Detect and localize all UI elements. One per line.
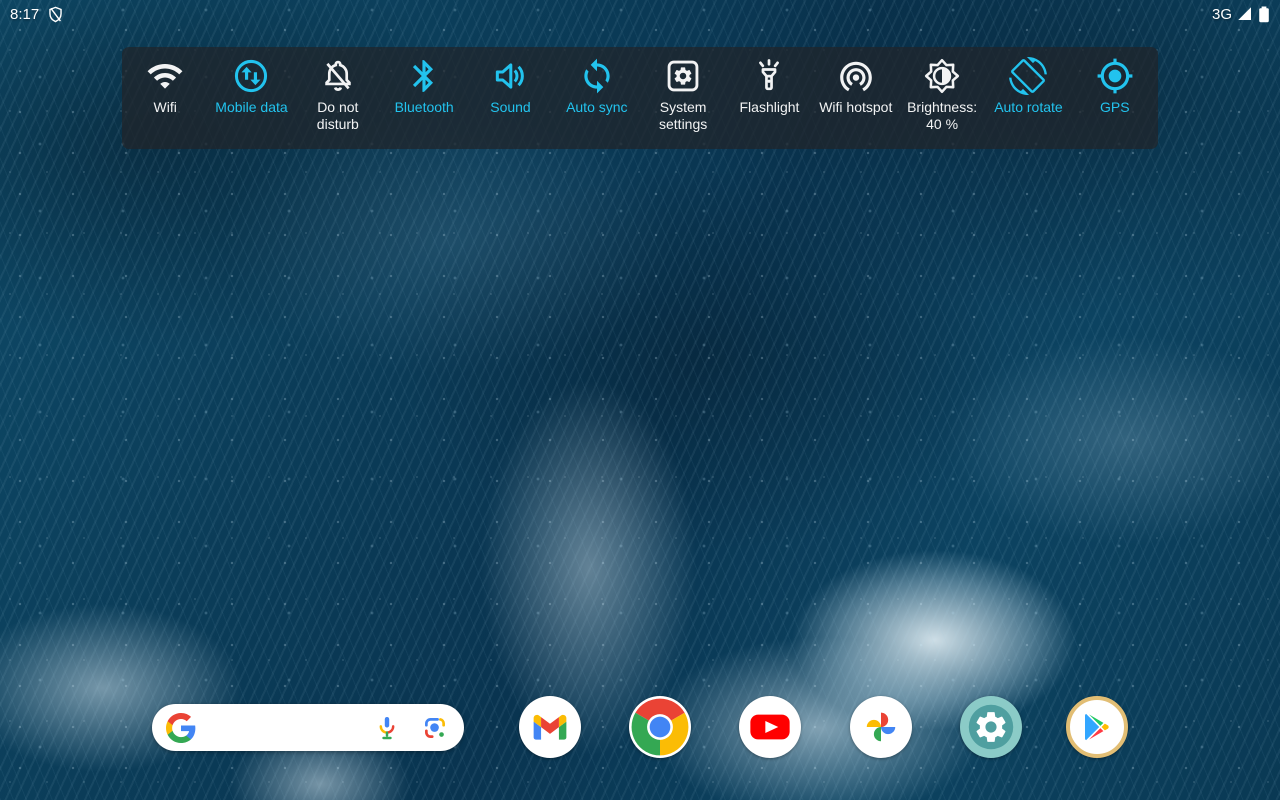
qs-label: Auto rotate bbox=[994, 99, 1063, 115]
do-not-disturb-icon bbox=[319, 57, 357, 95]
flashlight-icon bbox=[750, 57, 788, 95]
signal-icon bbox=[1236, 5, 1254, 23]
app-chrome[interactable] bbox=[629, 696, 691, 758]
qs-tile-flashlight[interactable]: Flashlight bbox=[726, 57, 812, 149]
play-store-icon bbox=[1085, 713, 1109, 741]
app-gmail[interactable] bbox=[519, 696, 581, 758]
qs-label: Mobile data bbox=[215, 99, 288, 115]
qs-label: Auto sync bbox=[566, 99, 628, 115]
qs-label: Wifi bbox=[153, 99, 177, 115]
bluetooth-icon bbox=[405, 57, 443, 95]
battery-icon bbox=[1258, 6, 1270, 23]
system-settings-icon bbox=[664, 57, 702, 95]
youtube-icon bbox=[741, 698, 799, 756]
status-bar: 8:17 3G bbox=[0, 0, 1280, 28]
wifi-icon bbox=[146, 57, 184, 95]
google-lens-icon[interactable] bbox=[421, 714, 449, 742]
qs-tile-system-settings[interactable]: System settings bbox=[640, 57, 726, 149]
clock: 8:17 bbox=[10, 5, 40, 23]
wifi-hotspot-icon bbox=[837, 57, 875, 95]
qs-tile-auto-rotate[interactable]: Auto rotate bbox=[985, 57, 1071, 149]
voice-search-icon[interactable] bbox=[373, 714, 401, 742]
qs-tile-mobile-data[interactable]: Mobile data bbox=[208, 57, 294, 149]
google-photos-icon bbox=[866, 712, 896, 742]
auto-rotate-icon bbox=[1009, 57, 1048, 95]
app-play-store[interactable] bbox=[1066, 696, 1128, 758]
qs-label: Do not disturb bbox=[316, 99, 359, 132]
qs-label: System settings bbox=[659, 99, 708, 132]
app-settings[interactable] bbox=[960, 696, 1022, 758]
gps-icon bbox=[1096, 57, 1134, 95]
qs-label: Bluetooth bbox=[394, 99, 454, 115]
qs-tile-auto-sync[interactable]: Auto sync bbox=[554, 57, 640, 149]
app-youtube[interactable] bbox=[739, 696, 801, 758]
qs-label: Wifi hotspot bbox=[819, 99, 893, 115]
settings-icon bbox=[968, 704, 1014, 750]
qs-tile-gps[interactable]: GPS bbox=[1072, 57, 1158, 149]
network-type: 3G bbox=[1211, 5, 1232, 23]
qs-tile-brightness[interactable]: Brightness: 40 % bbox=[899, 57, 985, 149]
qs-label: Flashlight bbox=[739, 99, 800, 115]
brightness-icon bbox=[923, 57, 961, 95]
qs-tile-wifi-hotspot[interactable]: Wifi hotspot bbox=[813, 57, 899, 149]
chrome-icon bbox=[631, 698, 689, 756]
qs-tile-do-not-disturb[interactable]: Do not disturb bbox=[295, 57, 381, 149]
auto-sync-icon bbox=[578, 57, 616, 95]
google-search-bar[interactable] bbox=[152, 704, 464, 751]
qs-label: Sound bbox=[490, 99, 531, 115]
qs-tile-sound[interactable]: Sound bbox=[467, 57, 553, 149]
google-logo bbox=[166, 712, 196, 743]
quick-settings-bar: Wifi Mobile data Do not disturb Bluetoot… bbox=[122, 47, 1158, 149]
qs-label: Brightness: 40 % bbox=[907, 99, 978, 132]
sound-icon bbox=[491, 57, 529, 95]
mobile-data-icon bbox=[232, 57, 270, 95]
trust-shield-icon bbox=[46, 5, 65, 24]
qs-tile-wifi[interactable]: Wifi bbox=[122, 57, 208, 149]
app-photos[interactable] bbox=[850, 696, 912, 758]
qs-tile-bluetooth[interactable]: Bluetooth bbox=[381, 57, 467, 149]
qs-label: GPS bbox=[1099, 99, 1130, 115]
gmail-icon bbox=[533, 714, 567, 740]
